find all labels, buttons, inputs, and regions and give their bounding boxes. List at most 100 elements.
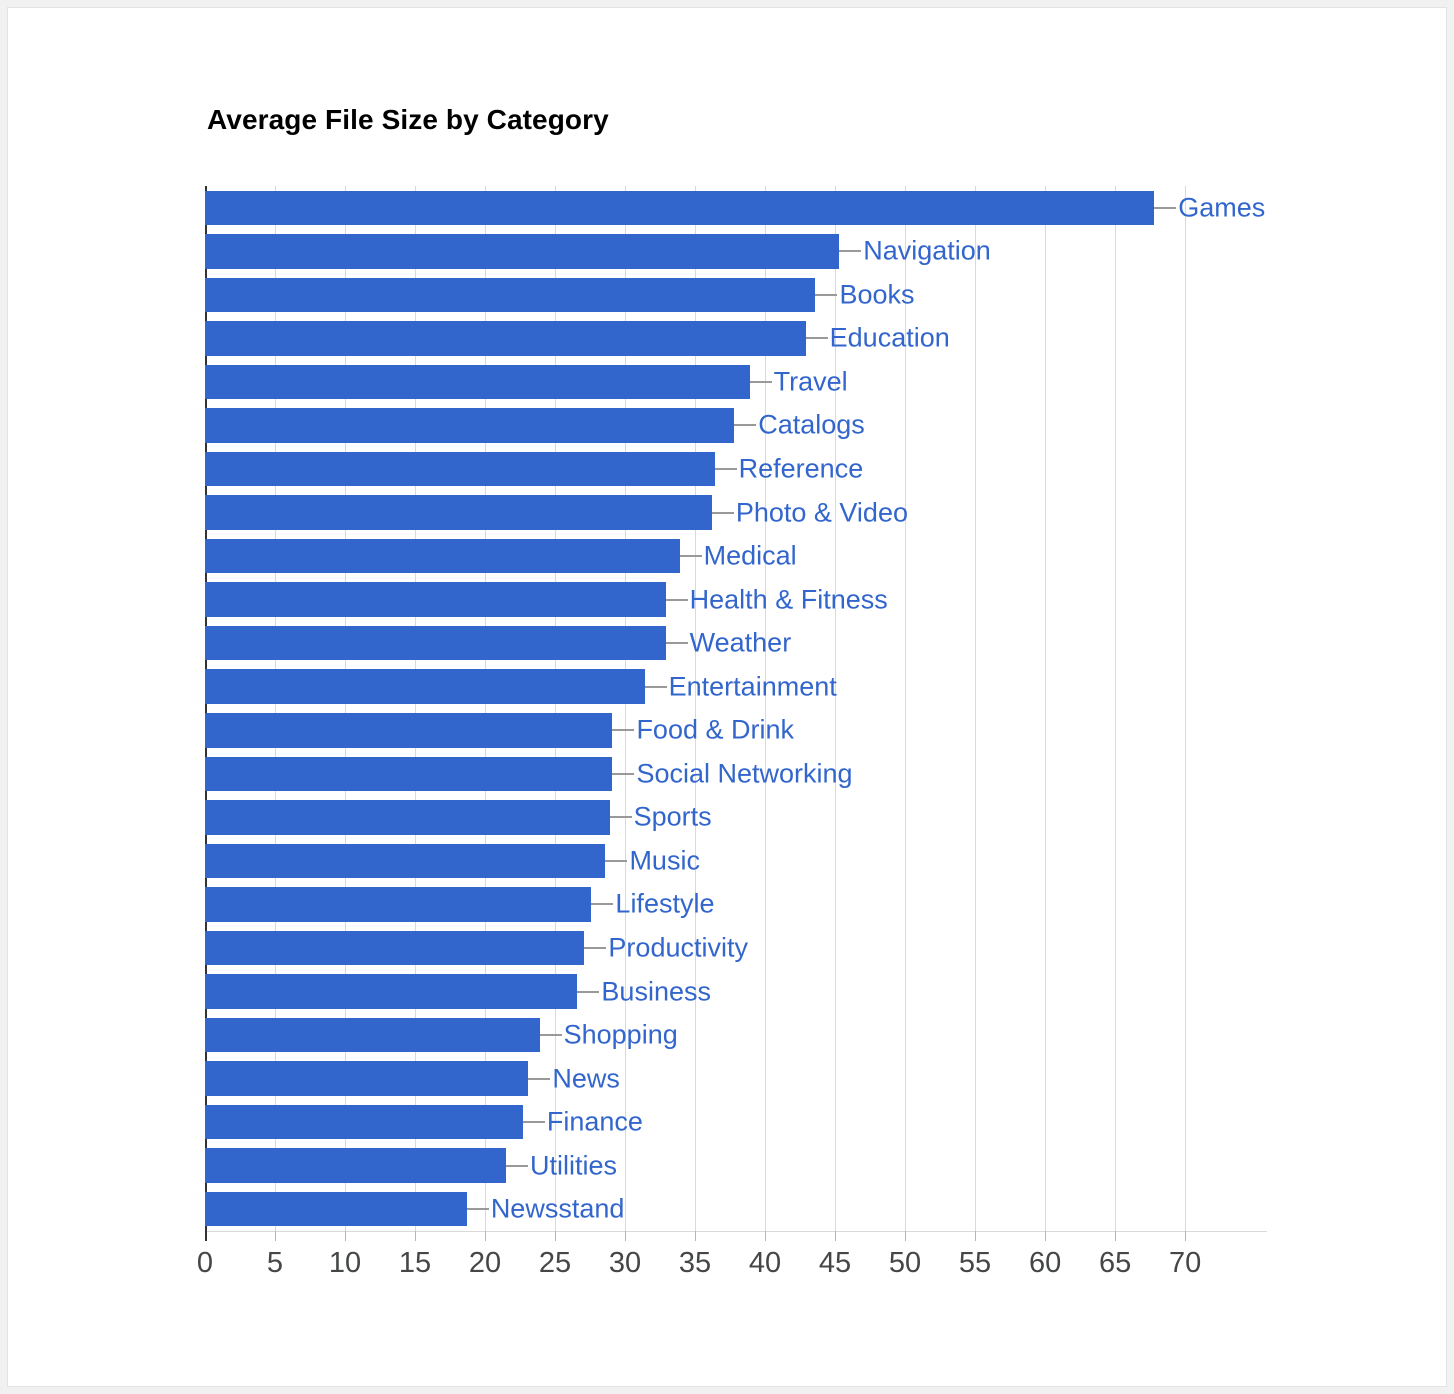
bar-label: Photo & Video (735, 497, 908, 528)
x-axis-tick-label: 45 (818, 1247, 852, 1279)
bar-row[interactable]: Sports (205, 800, 1267, 835)
bar-label: Business (601, 976, 711, 1006)
bar-row[interactable]: Newsstand (205, 1191, 1267, 1227)
bar[interactable] (205, 974, 578, 1009)
bar-label-leader-line (1154, 206, 1177, 209)
bar-row[interactable]: Entertainment (205, 669, 1267, 704)
x-axis-tick-mark (1185, 1231, 1187, 1241)
bar[interactable] (205, 887, 592, 922)
bar-row[interactable]: Health & Fitness (205, 582, 1267, 617)
bar-row[interactable]: Lifestyle (205, 887, 1267, 922)
bar-row[interactable]: News (205, 1061, 1267, 1096)
bar-label-leader-line (522, 1121, 545, 1124)
bar-label-leader-line (815, 293, 838, 296)
bar-label: Entertainment (668, 671, 837, 702)
bar-row[interactable]: Weather (205, 625, 1267, 661)
chart-page: Average File Size by Category Games Navig… (0, 0, 1454, 1394)
bar-label: Shopping (563, 1019, 678, 1050)
chart-card: Average File Size by Category Games Navig… (7, 7, 1447, 1387)
bar-row[interactable]: Finance (205, 1104, 1267, 1140)
bar-label-leader-line (612, 729, 635, 732)
x-axis-tick-mark (905, 1231, 907, 1241)
bar-label-leader-line (805, 337, 828, 340)
bar-row[interactable]: Reference (205, 451, 1267, 487)
bar-row[interactable]: Social Networking (205, 756, 1267, 792)
bar-label: Newsstand (490, 1193, 625, 1224)
bar[interactable] (205, 234, 840, 269)
bar[interactable] (205, 1148, 507, 1183)
bar-label: Health & Fitness (689, 584, 888, 615)
x-axis-tick-mark (1115, 1231, 1117, 1241)
bar[interactable] (205, 843, 606, 879)
x-axis-tick-label: 60 (1028, 1247, 1062, 1279)
bar-label-leader-line (679, 555, 702, 558)
bar[interactable] (205, 713, 613, 748)
bar[interactable] (205, 800, 610, 835)
bar[interactable] (205, 451, 715, 487)
x-axis-tick-mark (975, 1231, 977, 1241)
bar-label-leader-line (612, 772, 635, 775)
bar[interactable] (205, 1017, 540, 1053)
bar-label: Food & Drink (636, 714, 794, 745)
bar-row[interactable]: Photo & Video (205, 495, 1267, 530)
bar[interactable] (205, 1104, 523, 1140)
bar-label: Utilities (530, 1150, 618, 1181)
bar[interactable] (205, 582, 666, 617)
bar[interactable] (205, 930, 585, 966)
bar-label-leader-line (734, 424, 757, 427)
bar[interactable] (205, 538, 680, 574)
x-axis-tick-label: 5 (266, 1247, 284, 1279)
bar-label: Education (829, 322, 950, 353)
bar[interactable] (205, 277, 816, 313)
bar[interactable] (205, 321, 806, 356)
bar[interactable] (205, 1191, 467, 1227)
bar-label: Productivity (608, 932, 748, 963)
x-axis-tick-label: 35 (678, 1247, 712, 1279)
bar-label-leader-line (644, 685, 667, 688)
bar-label-leader-line (584, 946, 607, 949)
bar-row[interactable]: Shopping (205, 1017, 1267, 1053)
bar-row[interactable]: Education (205, 321, 1267, 356)
x-axis-tick-label: 50 (888, 1247, 922, 1279)
bar-row[interactable]: Utilities (205, 1148, 1267, 1183)
bar[interactable] (205, 408, 735, 443)
bar-label: Music (629, 845, 700, 876)
bar-row[interactable]: Business (205, 974, 1267, 1009)
bar-row[interactable]: Catalogs (205, 408, 1267, 443)
bar[interactable] (205, 669, 645, 704)
bar-row[interactable]: Food & Drink (205, 713, 1267, 748)
bar-label-leader-line (539, 1034, 562, 1037)
bar-row[interactable]: Medical (205, 538, 1267, 574)
bar[interactable] (205, 364, 750, 400)
x-axis-tick-mark (555, 1231, 557, 1241)
bar-row[interactable]: Books (205, 277, 1267, 313)
bar-row[interactable]: Navigation (205, 234, 1267, 269)
bar-row[interactable]: Games (205, 190, 1267, 225)
bar-label-leader-line (665, 642, 688, 645)
bar-label: Reference (738, 453, 864, 484)
bar[interactable] (205, 756, 613, 792)
bar[interactable] (205, 190, 1155, 225)
bar[interactable] (205, 495, 712, 530)
bar-row[interactable]: Music (205, 843, 1267, 879)
x-axis-tick-label: 70 (1168, 1247, 1202, 1279)
bar[interactable] (205, 1061, 529, 1096)
x-axis-tick-label: 20 (468, 1247, 502, 1279)
bar-row[interactable]: Productivity (205, 930, 1267, 966)
bar-label: Catalogs (758, 409, 865, 440)
x-axis-tick-mark (415, 1231, 417, 1241)
bar-label-leader-line (711, 511, 734, 514)
bar-label: Weather (689, 627, 792, 658)
x-axis-tick-mark (765, 1231, 767, 1241)
bar-label: Navigation (863, 235, 991, 266)
x-axis-tick-mark (485, 1231, 487, 1241)
x-axis-tick-mark (275, 1231, 276, 1241)
bar[interactable] (205, 625, 666, 661)
x-axis-tick-label: 30 (608, 1247, 642, 1279)
bar-label-leader-line (839, 250, 862, 253)
bar-label-leader-line (466, 1208, 489, 1211)
x-axis-tick-mark (345, 1231, 346, 1241)
x-axis-tick-mark (625, 1231, 627, 1241)
bar-row[interactable]: Travel (205, 364, 1267, 400)
x-axis-tick-label: 55 (958, 1247, 992, 1279)
